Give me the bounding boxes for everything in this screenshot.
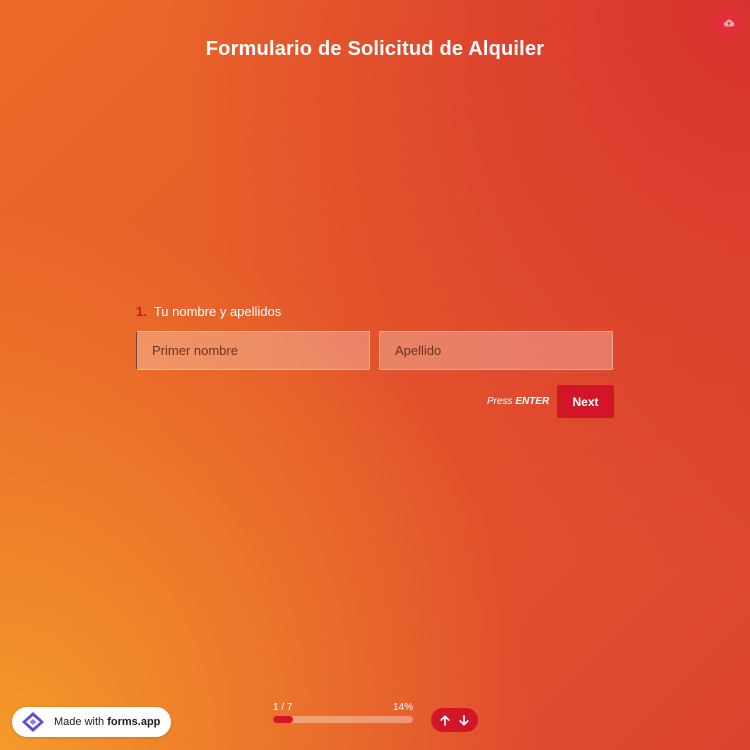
progress-bar	[273, 716, 413, 723]
arrow-down-icon	[459, 714, 469, 726]
previous-question-button[interactable]	[436, 711, 454, 729]
enter-hint: Press ENTER	[487, 396, 549, 407]
next-button[interactable]: Next	[557, 385, 614, 418]
enter-hint-prefix: Press	[487, 396, 516, 407]
last-name-input[interactable]	[379, 331, 613, 370]
progress-count: 1 / 7	[273, 702, 293, 713]
question-header: 1. Tu nombre y apellidos	[136, 304, 281, 319]
save-progress-button[interactable]	[714, 9, 743, 37]
question-number: 1.	[136, 304, 147, 319]
arrow-up-icon	[440, 714, 450, 726]
question-label: Tu nombre y apellidos	[153, 304, 282, 319]
first-name-input[interactable]	[136, 331, 370, 370]
progress-bar-fill	[273, 716, 293, 723]
form-title: Formulario de Solicitud de Alquiler	[205, 38, 545, 60]
next-question-button[interactable]	[455, 711, 473, 729]
badge-text: Made with forms.app	[54, 716, 160, 728]
forms-app-logo-icon	[22, 712, 44, 732]
badge-brand: forms.app	[107, 716, 161, 728]
progress-percent: 14%	[393, 702, 414, 713]
question-navigation	[431, 708, 478, 732]
made-with-badge[interactable]: Made with forms.app	[12, 707, 171, 737]
badge-prefix: Made with	[54, 716, 108, 728]
enter-hint-key: ENTER	[515, 396, 550, 407]
cloud-upload-icon	[723, 19, 734, 27]
